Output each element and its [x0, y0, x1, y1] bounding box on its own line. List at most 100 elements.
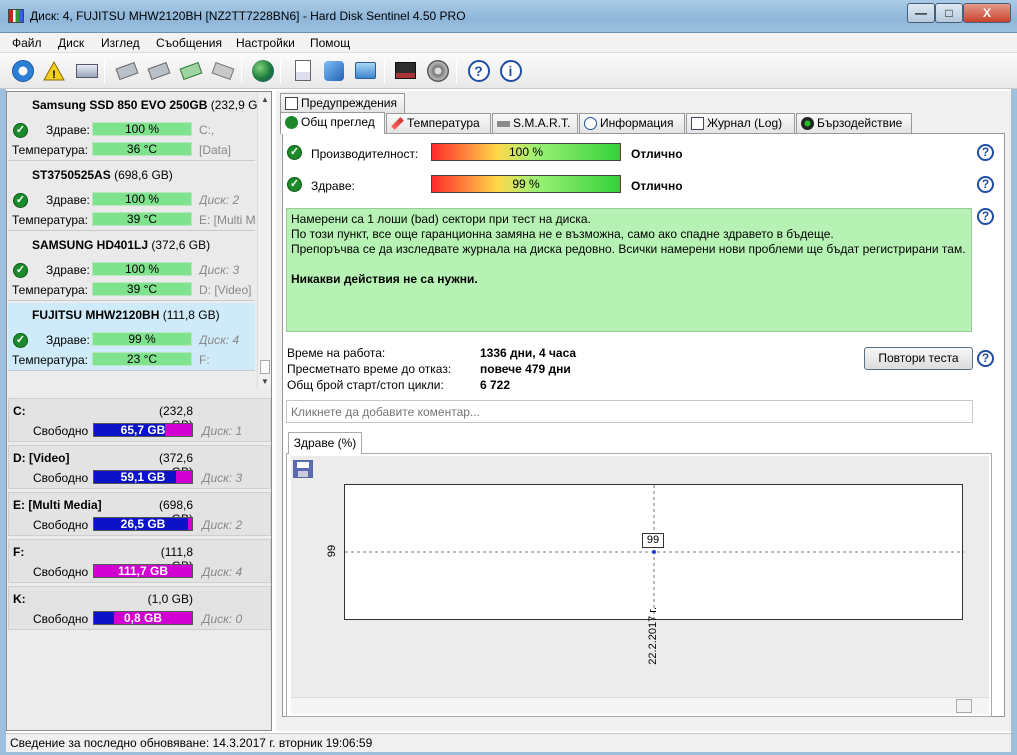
performance-meter: 100 %: [431, 143, 621, 161]
temperature-label: Температура:: [12, 143, 89, 157]
help-icon[interactable]: ?: [977, 176, 994, 193]
tab-smart[interactable]: S.M.A.R.T.: [492, 113, 578, 133]
health-label: Здраве:: [46, 193, 90, 207]
tab-information[interactable]: Информация: [579, 113, 685, 133]
health-label: Здраве:: [46, 263, 90, 277]
disk-name: FUJITSU MHW2120BH: [32, 308, 160, 322]
comment-input[interactable]: [286, 400, 973, 423]
app-logo-icon: [8, 9, 24, 23]
gauge-icon: [801, 117, 814, 130]
menu-settings[interactable]: Настройки: [236, 36, 295, 50]
disk-card-selected[interactable]: FUJITSU MHW2120BH (111,8 GB) ✓ Здраве: 9…: [8, 303, 255, 371]
warning-icon[interactable]: !: [40, 57, 67, 84]
temperature-bar: 23 °C: [92, 352, 192, 366]
health-meter: 99 %: [431, 175, 621, 193]
scroll-down-icon[interactable]: ▼: [259, 376, 271, 388]
tab-label: S.M.A.R.T.: [513, 116, 571, 130]
health-value: 99 %: [512, 177, 540, 191]
disk-card[interactable]: SAMSUNG HD401LJ (372,6 GB) ✓ Здраве: 100…: [8, 233, 255, 301]
free-space-value: 26,5 GB: [120, 517, 166, 531]
network-icon[interactable]: [352, 57, 379, 84]
data-point: [652, 550, 656, 554]
globe-icon[interactable]: [249, 57, 276, 84]
free-space-bar: 59,1 GB: [93, 470, 193, 484]
tab-label: Предупреждения: [301, 96, 397, 110]
thermometer-icon: [391, 117, 404, 130]
partition-card[interactable]: F: (111,8 GB) Свободно 111,7 GB Диск: 4: [8, 539, 271, 583]
disk-card[interactable]: ST3750525AS (698,6 GB) ✓ Здраве: 100 % Д…: [8, 163, 255, 231]
disk-list-scrollbar[interactable]: ▲ ▼: [257, 93, 271, 389]
partition-name: K:: [13, 592, 26, 606]
menu-messages[interactable]: Съобщения: [156, 36, 222, 50]
menu-view[interactable]: Изглед: [101, 36, 140, 50]
partition-card[interactable]: C: (232,8 GB) Свободно 65,7 GB Диск: 1: [8, 398, 271, 442]
scroll-thumb[interactable]: [956, 699, 972, 713]
close-button[interactable]: X: [963, 3, 1011, 23]
disk-number: Диск: 4: [199, 333, 240, 347]
free-label: Свободно: [33, 518, 89, 532]
document-icon: [285, 97, 298, 110]
sound-icon[interactable]: [424, 57, 451, 84]
save-icon[interactable]: [293, 460, 313, 478]
check-icon: ✓: [13, 193, 28, 208]
tab-performance[interactable]: Бързодействие: [796, 113, 912, 133]
disk-volume-label: D: [Video]: [199, 283, 252, 297]
tab-label: Температура: [407, 116, 480, 130]
status-bar: Сведение за последно обновяване: 14.3.20…: [6, 733, 1011, 753]
send-report-icon[interactable]: [320, 57, 347, 84]
disk-test-icon[interactable]: [113, 57, 140, 84]
partition-card[interactable]: D: [Video] (372,6 GB) Свободно 59,1 GB Д…: [8, 445, 271, 489]
check-icon: ✓: [13, 123, 28, 138]
help-icon[interactable]: ?: [977, 208, 994, 225]
message-line: Намерени са 1 лоши (bad) сектори при тес…: [291, 212, 591, 226]
partition-card[interactable]: K: (1,0 GB) Свободно 0,8 GB Диск: 0: [8, 586, 271, 630]
disk-card[interactable]: Samsung SSD 850 EVO 250GB (232,9 GB) ✓ З…: [8, 93, 269, 161]
partition-disk: Диск: 3: [202, 471, 243, 485]
refresh-icon[interactable]: [9, 57, 36, 84]
disk-tools-icon[interactable]: [209, 57, 236, 84]
disk-test-ok-icon[interactable]: [177, 57, 204, 84]
tab-overview[interactable]: Общ преглед: [280, 112, 385, 134]
help-icon[interactable]: ?: [977, 350, 994, 367]
menu-file[interactable]: Файл: [12, 36, 42, 50]
message-line: Препоръчва се да изследвате журнала на д…: [291, 242, 966, 256]
maximize-button[interactable]: □: [935, 3, 963, 23]
health-label: Здраве:: [311, 179, 355, 193]
alert-config-icon[interactable]: [392, 57, 419, 84]
disk-icon[interactable]: [73, 57, 100, 84]
tab-log[interactable]: Журнал (Log): [686, 113, 795, 133]
scroll-up-icon[interactable]: ▲: [259, 94, 271, 106]
menu-disk[interactable]: Диск: [58, 36, 84, 50]
chart-svg: [345, 485, 964, 621]
check-icon: ✓: [287, 177, 302, 192]
free-space-bar: 111,7 GB: [93, 564, 193, 578]
tab-temperature[interactable]: Температура: [386, 113, 491, 133]
health-bar: 100 %: [92, 192, 192, 206]
temperature-bar: 39 °C: [92, 212, 192, 226]
free-space-bar: 65,7 GB: [93, 423, 193, 437]
minimize-button[interactable]: —: [907, 3, 935, 23]
check-icon: ✓: [287, 145, 302, 160]
temperature-label: Температура:: [12, 283, 89, 297]
toolbar: ! ? i: [0, 53, 1017, 89]
help-icon[interactable]: ?: [977, 144, 994, 161]
free-label: Свободно: [33, 471, 89, 485]
log-icon: [691, 117, 704, 130]
check-icon: ✓: [13, 263, 28, 278]
chart-title-tab[interactable]: Здраве (%): [288, 432, 362, 454]
disk-volume-label: [Data]: [199, 143, 232, 157]
report-icon[interactable]: [289, 57, 316, 84]
disk-test-2-icon[interactable]: [145, 57, 172, 84]
help-icon[interactable]: ?: [465, 57, 492, 84]
tab-warnings[interactable]: Предупреждения: [280, 93, 405, 113]
partition-name: C:: [13, 404, 26, 418]
partition-disk: Диск: 2: [202, 518, 243, 532]
partition-card[interactable]: E: [Multi Media] (698,6 GB) Свободно 26,…: [8, 492, 271, 536]
chart-scrollbar[interactable]: [291, 697, 989, 714]
performance-label: Производителност:: [311, 147, 419, 161]
scroll-thumb[interactable]: [260, 360, 270, 374]
partition-disk: Диск: 1: [202, 424, 243, 438]
retest-button[interactable]: Повтори теста: [864, 347, 973, 370]
menu-help[interactable]: Помощ: [310, 36, 350, 50]
about-icon[interactable]: i: [497, 57, 524, 84]
